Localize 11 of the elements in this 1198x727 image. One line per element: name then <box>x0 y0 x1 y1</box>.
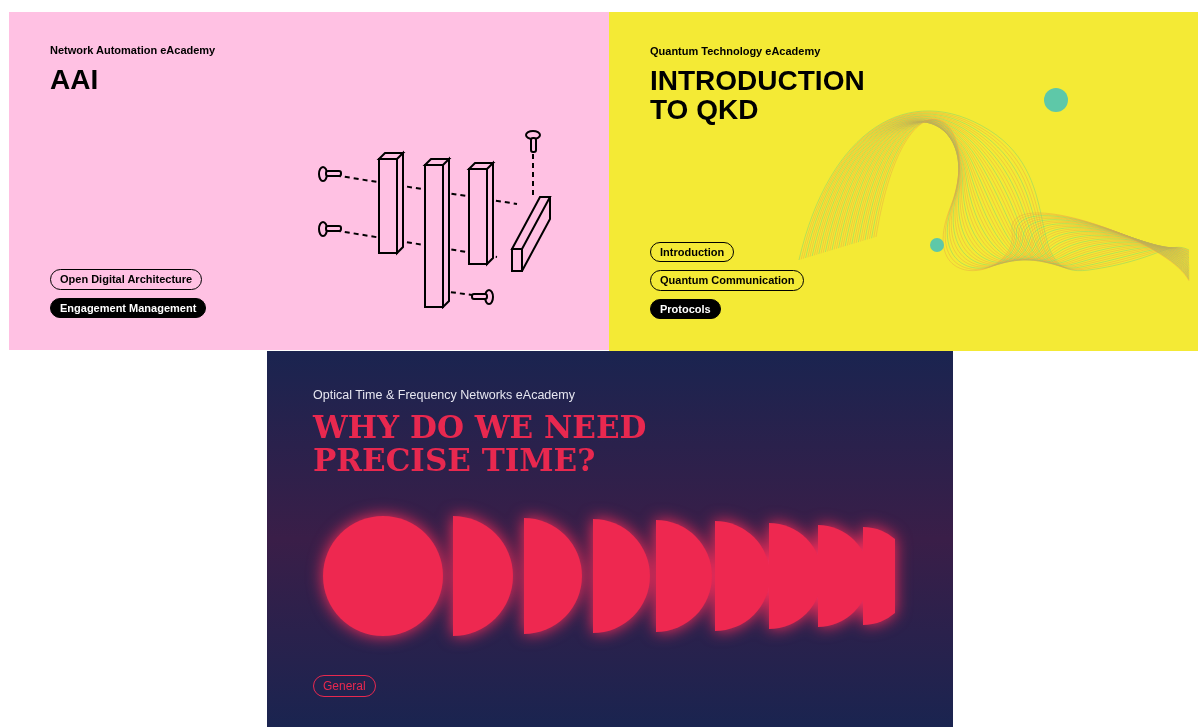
topic-tag[interactable]: Engagement Management <box>50 297 207 318</box>
course-card[interactable]: Optical Time & Frequency Networks eAcademy WHY DO WE NEED PRECISE TIME? General <box>267 351 953 727</box>
academy-name: Quantum Technology eAcademy <box>650 44 822 59</box>
topic-tag[interactable]: Protocols <box>650 298 721 319</box>
course-card[interactable]: Quantum Technology eAcademy INTRODUCTION TO QKD Introduction Quantum Communication Protocols <box>609 12 1198 351</box>
academy-name: Optical Time & Frequency Networks eAcademy <box>313 387 576 404</box>
academy-name: Network Automation eAcademy <box>50 43 217 58</box>
course-title: WHY DO WE NEED PRECISE TIME? <box>313 410 648 478</box>
course-title: AAI <box>50 64 100 94</box>
course-card[interactable]: Network Automation eAcademy AAI Open Digital Architecture Engagement Management <box>9 12 609 350</box>
course-title: INTRODUCTION TO QKD <box>650 65 866 125</box>
